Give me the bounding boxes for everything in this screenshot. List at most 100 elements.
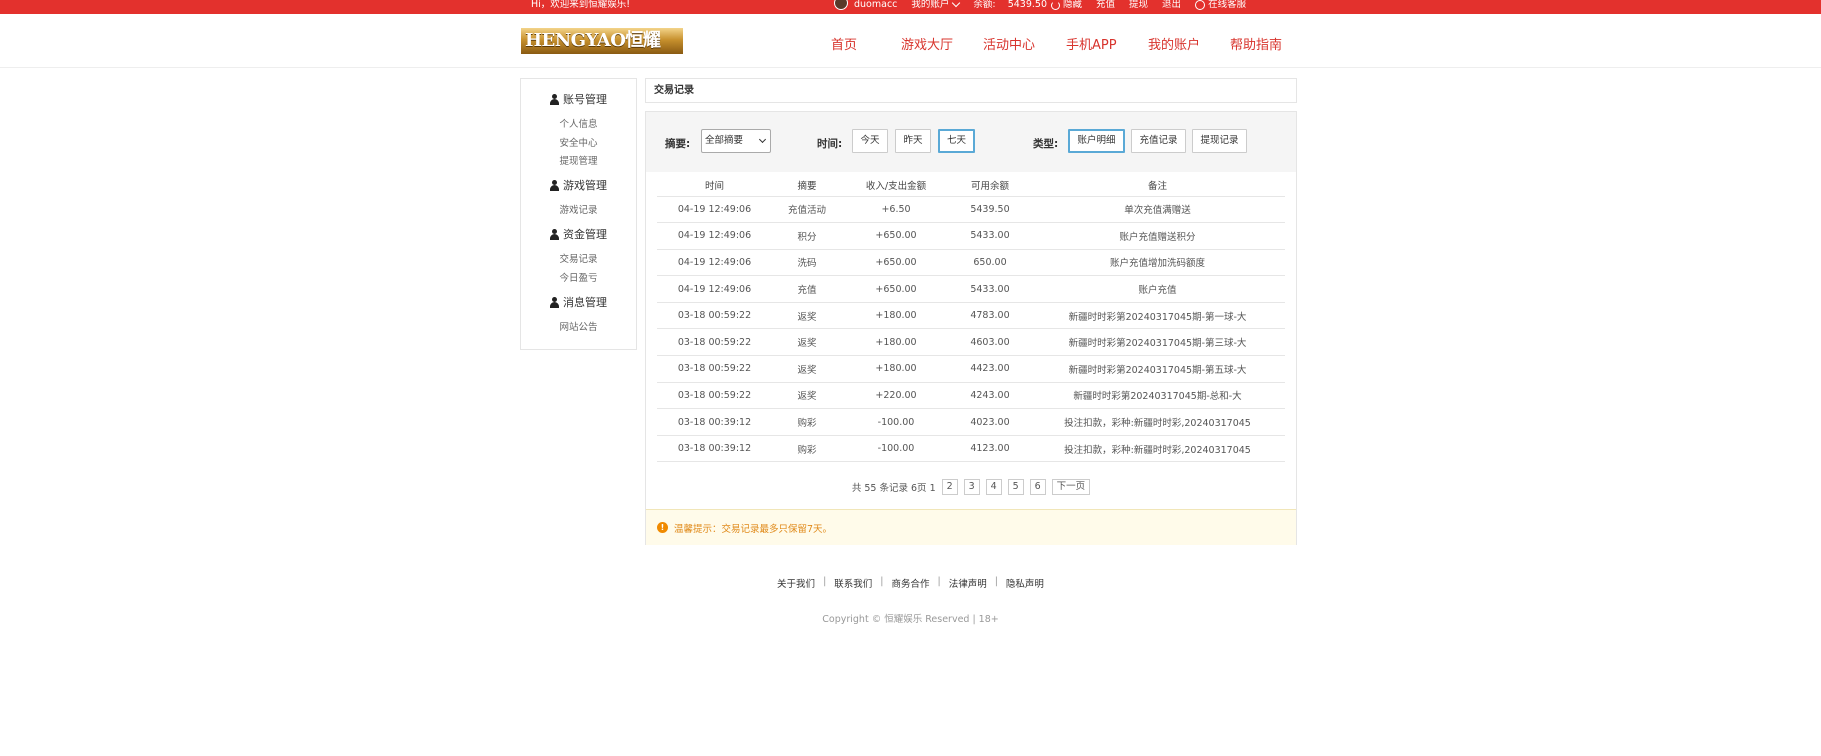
sidebar-item-transactions[interactable]: 交易记录 bbox=[521, 251, 636, 270]
cell-remark: 投注扣款，彩种:新疆时时彩,20240317045 bbox=[1030, 435, 1285, 463]
page-button-6[interactable]: 6 bbox=[1029, 479, 1046, 495]
nav-game-hall[interactable]: 游戏大厅 bbox=[901, 34, 953, 53]
cell-amount: -100.00 bbox=[842, 435, 950, 463]
type-recharge-records-button[interactable]: 充值记录 bbox=[1131, 129, 1186, 153]
online-service-label: 在线客服 bbox=[1208, 0, 1247, 10]
cell-summary: 返奖 bbox=[772, 355, 842, 383]
user-icon bbox=[550, 296, 559, 308]
nav-my-account[interactable]: 我的账户 bbox=[1148, 34, 1200, 53]
sidebar-group-title: 消息管理 bbox=[521, 294, 636, 310]
notice-bar: ! 温馨提示：交易记录最多只保留7天。 bbox=[646, 509, 1296, 545]
page-button-5[interactable]: 5 bbox=[1007, 479, 1024, 495]
cell-summary: 购彩 bbox=[772, 408, 842, 436]
online-service-link[interactable]: 在线客服 bbox=[1195, 0, 1246, 10]
cell-summary: 购彩 bbox=[772, 435, 842, 463]
time-seven-days-button[interactable]: 七天 bbox=[938, 129, 975, 153]
sidebar-item-withdraw-manage[interactable]: 提现管理 bbox=[521, 153, 636, 172]
cell-balance: 4243.00 bbox=[950, 382, 1030, 410]
cell-amount: +180.00 bbox=[842, 328, 950, 357]
withdraw-link[interactable]: 提现 bbox=[1129, 0, 1148, 10]
footer-link-privacy[interactable]: 隐私声明 bbox=[998, 576, 1052, 590]
cell-time: 04-19 12:49:06 bbox=[657, 196, 772, 224]
copyright: Copyright © 恒耀娱乐 Reserved | 18+ bbox=[822, 614, 999, 625]
cell-balance: 5433.00 bbox=[950, 275, 1030, 303]
cell-remark: 投注扣款，彩种:新疆时时彩,20240317045 bbox=[1030, 408, 1285, 436]
cell-amount: +6.50 bbox=[842, 196, 950, 224]
sidebar-item-profile[interactable]: 个人信息 bbox=[521, 116, 636, 135]
cell-time: 03-18 00:59:22 bbox=[657, 382, 772, 410]
type-withdraw-records-button[interactable]: 提现记录 bbox=[1192, 129, 1247, 153]
summary-select[interactable]: 全部摘要 bbox=[701, 129, 771, 153]
table-row: 03-18 00:59:22 返奖 +180.00 4603.00 新疆时时彩第2024… bbox=[657, 328, 1285, 357]
welcome-text: Hi，欢迎来到恒耀娱乐! bbox=[531, 0, 631, 10]
next-page-button[interactable]: 下一页 bbox=[1051, 479, 1091, 495]
cell-balance: 4423.00 bbox=[950, 355, 1030, 383]
cell-time: 03-18 00:39:12 bbox=[657, 435, 772, 463]
top-bar-right: duomacc 我的账户 余额: 5439.50 隐藏 充值 提现 退出 在线客… bbox=[834, 0, 1260, 10]
table-row: 03-18 00:59:22 返奖 +220.00 4243.00 新疆时时彩第2024… bbox=[657, 382, 1285, 410]
column-header-summary: 摘要 bbox=[772, 174, 842, 197]
table-row: 04-19 12:49:06 充值活动 +6.50 5439.50 单次充值满赠送 bbox=[657, 196, 1285, 224]
table-header-row: 时间 摘要 收入/支出金额 可用余额 备注 bbox=[657, 174, 1285, 197]
my-account-menu[interactable]: 我的账户 bbox=[911, 0, 961, 10]
recharge-link[interactable]: 充值 bbox=[1096, 0, 1115, 10]
time-today-button[interactable]: 今天 bbox=[852, 129, 888, 153]
cell-remark: 账户充值增加洗码额度 bbox=[1030, 249, 1285, 277]
footer-link-about[interactable]: 关于我们 bbox=[769, 576, 823, 590]
page-button-3[interactable]: 3 bbox=[963, 479, 980, 495]
site-logo[interactable]: HENGYAO恒耀 bbox=[521, 28, 683, 54]
column-header-amount: 收入/支出金额 bbox=[842, 174, 950, 197]
nav-activity-center[interactable]: 活动中心 bbox=[983, 34, 1035, 53]
cell-balance: 650.00 bbox=[950, 249, 1030, 277]
cell-balance: 4023.00 bbox=[950, 408, 1030, 436]
summary-select-value: 全部摘要 bbox=[705, 135, 744, 146]
cell-amount: +650.00 bbox=[842, 275, 950, 303]
balance-value: 5439.50 bbox=[1007, 0, 1047, 10]
sidebar-group-funds: 资金管理 交易记录 今日盈亏 bbox=[521, 226, 636, 288]
cell-remark: 单次充值满赠送 bbox=[1030, 196, 1285, 224]
time-label: 时间: bbox=[817, 138, 843, 150]
time-yesterday-button[interactable]: 昨天 bbox=[895, 129, 931, 153]
avatar[interactable] bbox=[834, 0, 848, 10]
nav-mobile-app[interactable]: 手机APP bbox=[1066, 34, 1117, 53]
cell-remark: 新疆时时彩第20240317045期-总和-大 bbox=[1030, 382, 1285, 410]
cell-amount: +650.00 bbox=[842, 222, 950, 250]
cell-remark: 新疆时时彩第20240317045期-第五球-大 bbox=[1030, 355, 1285, 383]
footer-link-legal[interactable]: 法律声明 bbox=[941, 576, 995, 590]
sidebar: 账号管理 个人信息 安全中心 提现管理 游戏管理 游戏记录 资金管理 交易记录 … bbox=[520, 78, 637, 350]
hide-balance-link[interactable]: 隐藏 bbox=[1063, 0, 1082, 10]
cell-remark: 新疆时时彩第20240317045期-第一球-大 bbox=[1030, 302, 1285, 330]
footer-link-contact[interactable]: 联系我们 bbox=[826, 576, 880, 590]
page-button-4[interactable]: 4 bbox=[985, 479, 1002, 495]
cell-time: 03-18 00:59:22 bbox=[657, 328, 772, 357]
cell-remark: 账户充值赠送积分 bbox=[1030, 222, 1285, 250]
logout-link[interactable]: 退出 bbox=[1162, 0, 1181, 10]
footer-link-business[interactable]: 商务合作 bbox=[883, 576, 937, 590]
sidebar-item-announcements[interactable]: 网站公告 bbox=[521, 319, 636, 338]
cell-balance: 5433.00 bbox=[950, 222, 1030, 250]
type-label: 类型: bbox=[1033, 138, 1059, 150]
sidebar-item-security[interactable]: 安全中心 bbox=[521, 135, 636, 154]
filter-bar: 摘要: 全部摘要 时间: 今天 昨天 七天 类型: 账户明细 充值记录 提现记录 bbox=[646, 112, 1296, 172]
cell-balance: 4603.00 bbox=[950, 328, 1030, 357]
cell-time: 03-18 00:59:22 bbox=[657, 302, 772, 330]
cell-remark: 账户充值 bbox=[1030, 275, 1285, 303]
page-button-2[interactable]: 2 bbox=[941, 479, 958, 495]
cell-amount: +220.00 bbox=[842, 382, 950, 410]
sidebar-group-game: 游戏管理 游戏记录 bbox=[521, 177, 636, 221]
cell-summary: 返奖 bbox=[772, 328, 842, 357]
type-account-detail-button[interactable]: 账户明细 bbox=[1068, 129, 1125, 153]
nav-home[interactable]: 首页 bbox=[831, 34, 857, 53]
cell-summary: 返奖 bbox=[772, 382, 842, 410]
headset-icon bbox=[1195, 0, 1206, 10]
sidebar-group-title: 游戏管理 bbox=[521, 177, 636, 193]
header: HENGYAO恒耀 首页 游戏大厅 活动中心 手机APP 我的账户 帮助指南 bbox=[0, 14, 1821, 68]
cell-summary: 洗码 bbox=[772, 249, 842, 277]
sidebar-item-game-records[interactable]: 游戏记录 bbox=[521, 202, 636, 221]
refresh-icon[interactable] bbox=[1051, 0, 1060, 10]
sidebar-group-label: 游戏管理 bbox=[563, 179, 607, 192]
nav-help-guide[interactable]: 帮助指南 bbox=[1230, 34, 1282, 53]
sidebar-item-daily-pnl[interactable]: 今日盈亏 bbox=[521, 270, 636, 289]
transaction-panel: 摘要: 全部摘要 时间: 今天 昨天 七天 类型: 账户明细 充值记录 提现记录… bbox=[645, 111, 1297, 545]
sidebar-group-label: 资金管理 bbox=[563, 228, 607, 241]
